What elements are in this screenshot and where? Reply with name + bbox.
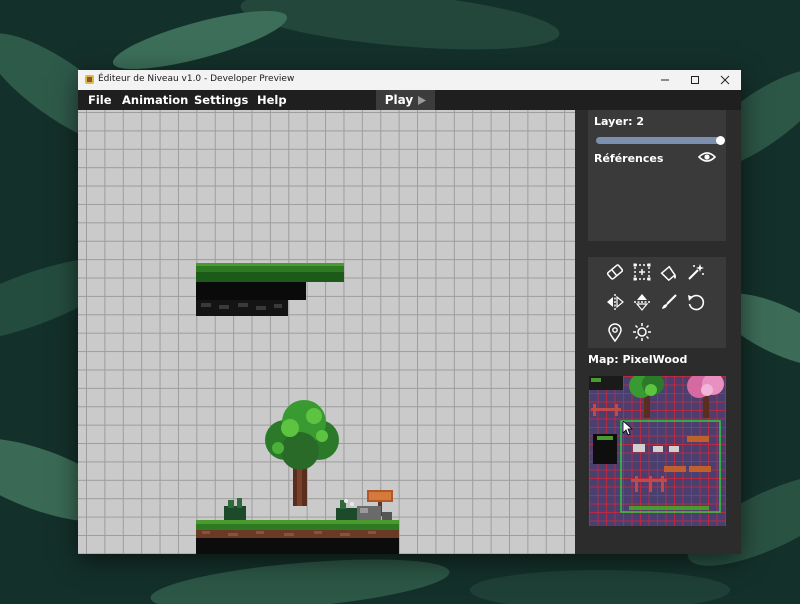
- ground-platform: [196, 520, 399, 554]
- mouse-cursor-icon: [623, 421, 633, 436]
- menu-animation[interactable]: Animation: [122, 93, 188, 107]
- menu-bar: File Animation Settings Help Play: [78, 90, 741, 110]
- references-label: Références: [594, 152, 664, 165]
- magic-wand-tool[interactable]: [685, 261, 707, 283]
- maximize-button[interactable]: [680, 70, 710, 90]
- fill-tool[interactable]: [658, 261, 680, 283]
- flip-horizontal-icon: [607, 294, 624, 310]
- bush-left: [224, 498, 246, 520]
- light-tool[interactable]: [631, 321, 653, 343]
- play-icon: [418, 95, 427, 105]
- eraser-tool[interactable]: [604, 261, 626, 283]
- menu-help[interactable]: Help: [257, 93, 287, 107]
- rocks: [357, 506, 392, 520]
- rotate-icon: [688, 294, 705, 311]
- bush-right: [336, 499, 358, 520]
- location-tool[interactable]: [604, 321, 626, 343]
- map-label: Map: PixelWood: [588, 353, 688, 366]
- map-tileset-preview[interactable]: [589, 376, 726, 526]
- menu-file[interactable]: File: [88, 93, 112, 107]
- play-button[interactable]: Play: [376, 90, 435, 110]
- selection-icon: [633, 263, 651, 281]
- editor-window: Éditeur de Niveau v1.0 - Developer Previ…: [78, 70, 741, 554]
- fill-bucket-icon: [660, 265, 676, 282]
- layer-slider[interactable]: [596, 137, 720, 144]
- eye-icon[interactable]: [698, 150, 716, 164]
- floating-platform: [196, 263, 344, 316]
- layer-label: Layer: 2: [594, 115, 645, 128]
- flip-vertical-icon: [634, 294, 650, 311]
- minimize-button[interactable]: [650, 70, 680, 90]
- play-label: Play: [384, 93, 414, 107]
- tileset-art: [589, 376, 724, 513]
- close-button[interactable]: [710, 70, 740, 90]
- level-tiles: [196, 263, 399, 554]
- brush-icon: [662, 294, 677, 309]
- menu-settings[interactable]: Settings: [194, 93, 248, 107]
- title-bar[interactable]: Éditeur de Niveau v1.0 - Developer Previ…: [78, 70, 741, 90]
- flip-vertical-tool[interactable]: [631, 291, 653, 313]
- close-icon: [720, 75, 730, 85]
- right-panel: Layer: 2 Références Map: PixelWood: [575, 110, 741, 554]
- tools-panel: [588, 257, 726, 348]
- select-tool[interactable]: [631, 261, 653, 283]
- tree: [265, 400, 339, 506]
- minimize-icon: [661, 79, 669, 81]
- layer-slider-thumb[interactable]: [715, 136, 725, 145]
- brush-tool[interactable]: [658, 291, 680, 313]
- flip-horizontal-tool[interactable]: [604, 291, 626, 313]
- location-pin-icon: [608, 323, 622, 342]
- magic-wand-icon: [688, 264, 704, 280]
- window-title: Éditeur de Niveau v1.0 - Developer Previ…: [98, 74, 295, 84]
- eraser-icon: [606, 264, 624, 280]
- light-icon: [633, 323, 651, 341]
- level-canvas[interactable]: [78, 110, 575, 554]
- layer-panel: Layer: 2 Références: [588, 110, 726, 241]
- app-icon: [85, 75, 94, 84]
- maximize-icon: [691, 76, 699, 84]
- rotate-tool[interactable]: [685, 291, 707, 313]
